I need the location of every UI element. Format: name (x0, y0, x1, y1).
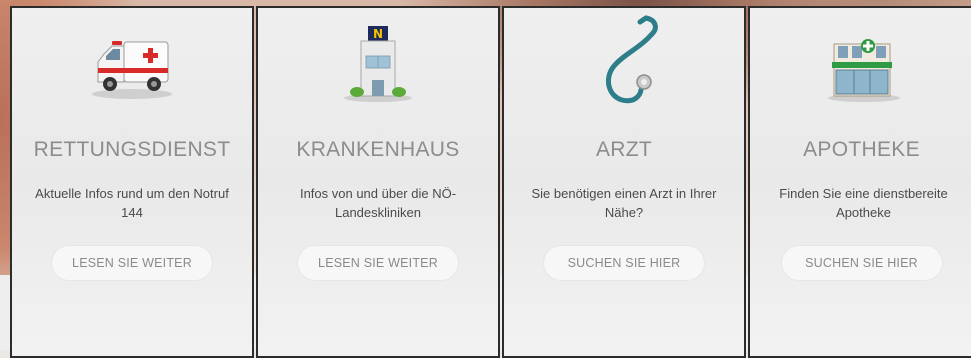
card-title: KRANKENHAUS (296, 138, 460, 161)
card-description: Sie benötigen einen Arzt in Ihrer Nähe? (531, 186, 717, 220)
card-rettungsdienst[interactable]: RETTUNGSDIENST Aktuelle Infos rund um de… (10, 6, 254, 358)
stethoscope-icon (574, 14, 674, 110)
search-here-button[interactable]: SUCHEN SIE HIER (544, 246, 704, 280)
ambulance-icon (82, 24, 182, 104)
card-title: RETTUNGSDIENST (33, 138, 231, 161)
read-more-button[interactable]: LESEN SIE WEITER (298, 246, 458, 280)
card-description: Aktuelle Infos rund um den Notruf 144 (35, 186, 229, 220)
card-description: Infos von und über die NÖ-Landeskliniken (299, 186, 457, 220)
card-description: Finden Sie eine dienstbereite Apotheke (779, 186, 948, 220)
card-arzt[interactable]: ARZT Sie benötigen einen Arzt in Ihrer N… (502, 6, 746, 358)
card-krankenhaus[interactable]: N KRANKENHAUS Infos von und über die NÖ-… (256, 6, 500, 358)
read-more-button[interactable]: LESEN SIE WEITER (52, 246, 212, 280)
card-title: ARZT (595, 138, 653, 161)
search-here-button[interactable]: SUCHEN SIE HIER (781, 246, 942, 280)
hospital-sign-letter: N (373, 27, 383, 41)
card-title: APOTHEKE (803, 138, 920, 161)
pharmacy-icon (812, 24, 912, 104)
card-apotheke[interactable]: APOTHEKE Finden Sie eine dienstbereite A… (748, 6, 971, 358)
hospital-icon: N (328, 24, 428, 104)
